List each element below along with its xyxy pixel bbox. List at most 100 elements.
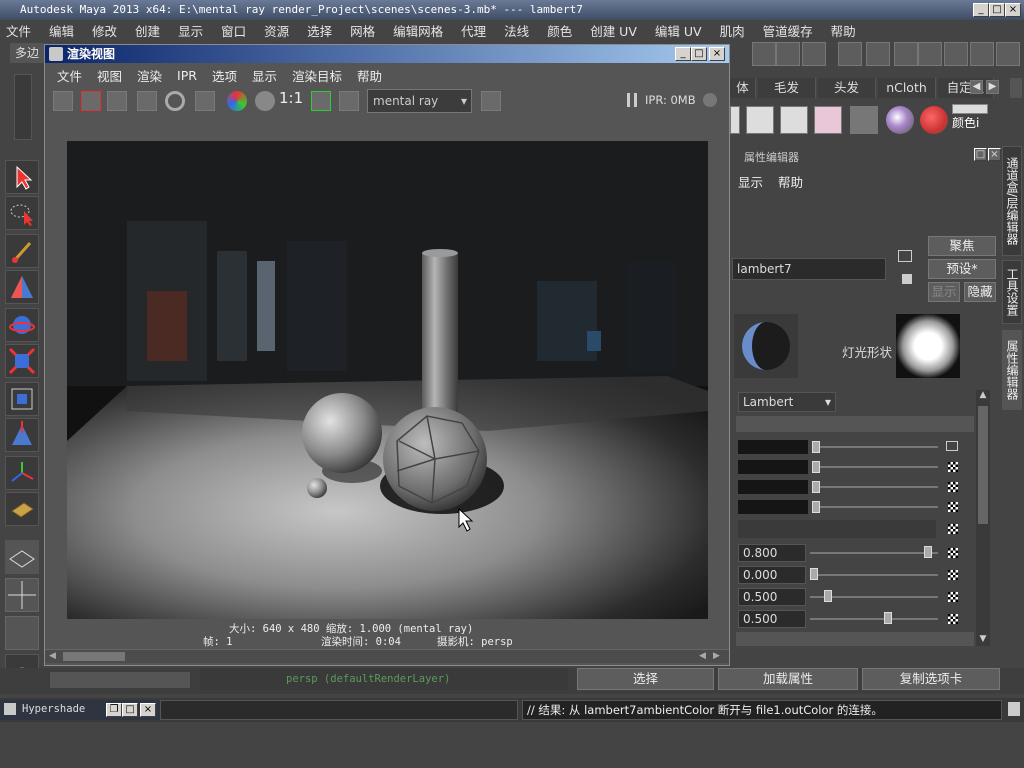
lasso-tool-icon[interactable] [5,196,39,230]
node-name-field[interactable]: lambert7 [732,258,886,280]
slider-knob[interactable] [812,501,820,513]
map-button-icon[interactable] [946,441,958,451]
mode-selector[interactable]: 多边 [10,43,44,63]
focus-icon[interactable] [898,250,912,262]
rv-menu-view[interactable]: 视图 [97,66,122,85]
clapper-batch-icon[interactable] [894,42,918,66]
close-button[interactable]: × [1005,3,1021,17]
scroll-thumb[interactable] [63,652,125,661]
paint-select-icon[interactable] [5,234,39,268]
select-tool-icon[interactable] [5,160,39,194]
diffuse-field[interactable]: 0.800 [738,544,806,562]
minimize-button[interactable]: _ [973,3,989,17]
translucence-focus-slider[interactable] [810,618,938,620]
menu-pipeline-cache[interactable]: 管道缓存 [763,21,813,40]
menu-file[interactable]: 文件 [6,21,31,40]
slider-knob[interactable] [924,546,932,558]
scale-tool-icon[interactable] [5,344,39,378]
shelf-shader-ball-icon[interactable] [886,106,914,134]
load-attributes-button[interactable]: 加载属性 [718,668,858,690]
rv-menu-help[interactable]: 帮助 [357,66,382,85]
checker-map-icon[interactable] [948,570,958,580]
color-swatch[interactable] [738,500,808,514]
render-settings-icon[interactable] [802,42,826,66]
translucence-slider[interactable] [810,574,938,576]
rv-menu-ipr[interactable]: IPR [177,68,197,83]
ae-menu-display[interactable]: 显示 [738,172,763,191]
translucence-focus-field[interactable]: 0.500 [738,610,806,628]
hide-button[interactable]: 隐藏 [964,282,996,302]
menu-create[interactable]: 创建 [135,21,160,40]
checker-map-icon[interactable] [948,482,958,492]
maximize-button[interactable]: □ [989,3,1005,17]
ae-close-button[interactable]: × [988,148,1001,161]
channel-box-icon[interactable] [944,42,968,66]
show-button[interactable]: 显示 [928,282,960,302]
pause-icon[interactable] [627,93,637,107]
tab-ncloth[interactable]: nCloth [878,78,936,98]
menu-edit-mesh[interactable]: 编辑网格 [393,21,443,40]
hypershade-maximize[interactable]: □ [122,703,138,717]
render-view-close[interactable]: × [709,47,725,61]
ipr-icon[interactable] [137,91,157,111]
slider-knob[interactable] [884,612,893,624]
color-swatch[interactable] [738,480,808,494]
menu-assets[interactable]: 资源 [264,21,289,40]
refresh-icon[interactable] [165,91,185,111]
render-view-maximize[interactable]: □ [691,47,707,61]
shelf-clapper-icon[interactable] [746,106,774,134]
tab-dynamics[interactable]: 体 [730,78,756,98]
render-view-scrollbar[interactable]: ◀ ◀ ▶ [45,649,729,663]
checker-map-icon[interactable] [948,524,958,534]
menu-color[interactable]: 颜色 [547,21,572,40]
scroll-right-end-icon[interactable]: ▶ [713,651,720,661]
tab-channel-box[interactable]: 通道盒/层编辑器 [1002,146,1022,256]
rendered-image[interactable] [67,141,708,621]
clapper-icon[interactable] [838,42,862,66]
section-header[interactable] [736,632,974,646]
tab-attribute-editor[interactable]: 属性编辑器 [1002,330,1022,410]
checker-map-icon[interactable] [948,592,958,602]
scroll-thumb[interactable] [978,406,988,524]
mel-command-input[interactable] [160,700,518,720]
menu-edit[interactable]: 编辑 [49,21,74,40]
scroll-up-icon[interactable]: ▲ [976,390,990,402]
menu-edit-uv[interactable]: 编辑 UV [655,21,702,40]
tab-hair[interactable]: 头发 [818,78,876,98]
shelf-handle[interactable] [14,74,32,140]
checker-map-icon[interactable] [948,614,958,624]
hypershade-restore[interactable]: ❐ [106,703,122,717]
scroll-left-icon[interactable]: ◀ [49,651,56,661]
ipr-render-icon[interactable] [776,42,800,66]
ae-scrollbar[interactable]: ▲ ▼ [976,390,990,646]
soft-mod-icon[interactable] [5,418,39,452]
presets-button[interactable]: 预设* [928,259,996,279]
scroll-down-icon[interactable]: ▼ [976,634,990,646]
show-manipulator-icon[interactable] [5,456,39,490]
section-header[interactable] [736,416,974,432]
color-slider[interactable] [812,466,938,468]
menu-modify[interactable]: 修改 [92,21,117,40]
color-slider[interactable] [812,486,938,488]
type-select[interactable]: Lambert ▾ [738,392,836,412]
clapper-options-icon[interactable] [918,42,942,66]
diffuse-slider[interactable] [810,552,938,554]
checker-map-icon[interactable] [948,502,958,512]
menu-normals[interactable]: 法线 [504,21,529,40]
tool-settings-icon[interactable] [970,42,994,66]
color-swatch[interactable] [738,460,808,474]
render-settings-icon[interactable] [195,91,215,111]
menu-proxy[interactable]: 代理 [461,21,486,40]
color-slider[interactable] [812,446,938,448]
menu-window[interactable]: 窗口 [221,21,246,40]
slider-knob[interactable] [812,461,820,473]
hypershade-close[interactable]: × [140,703,156,717]
ae-menu-help[interactable]: 帮助 [778,172,803,191]
menu-select[interactable]: 选择 [307,21,332,40]
render-layer-icon[interactable] [481,91,501,111]
render-view-minimize[interactable]: _ [675,47,691,61]
renderer-select[interactable]: mental ray ▾ [367,89,472,113]
clapper-settings-icon[interactable] [866,42,890,66]
translucence-field[interactable]: 0.000 [738,566,806,584]
shelf-check-icon[interactable] [780,106,808,134]
